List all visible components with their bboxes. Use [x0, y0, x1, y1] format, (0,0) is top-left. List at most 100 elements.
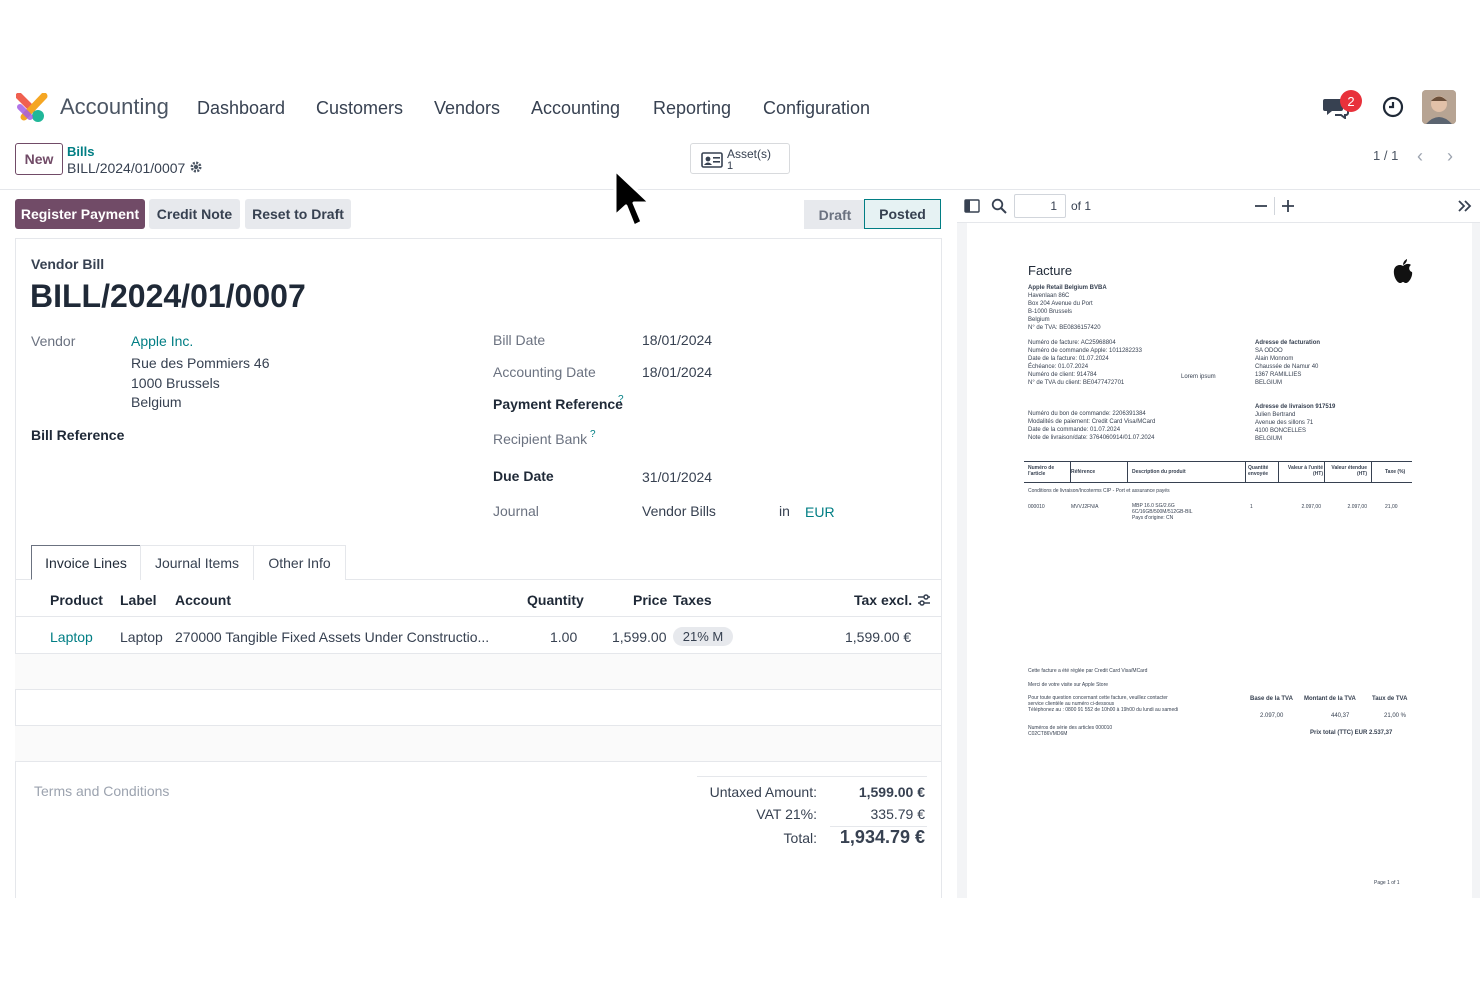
- billing-line: Alain Monnom: [1255, 356, 1294, 362]
- zoom-in-icon[interactable]: [1281, 199, 1295, 213]
- line-account[interactable]: 270000 Tangible Fixed Assets Under Const…: [175, 629, 489, 645]
- order-info-line: Modalités de paiement: Credit Card Visa/…: [1028, 419, 1156, 425]
- bill-date-value[interactable]: 18/01/2024: [642, 332, 712, 348]
- search-icon[interactable]: [991, 198, 1007, 214]
- breadcrumb-current: BILL/2024/01/0007: [67, 160, 186, 176]
- column-quantity[interactable]: Quantity: [527, 592, 584, 608]
- billing-line: SA ODOO: [1255, 348, 1283, 354]
- double-chevron-right-icon[interactable]: [1457, 199, 1473, 213]
- tab-journal-items[interactable]: Journal Items: [140, 545, 254, 580]
- payment-reference-label: Payment Reference: [493, 396, 623, 412]
- credit-note-button[interactable]: Credit Note: [149, 199, 240, 229]
- pdf-page-input[interactable]: 1: [1014, 194, 1066, 218]
- vendor-address-city: 1000 Brussels: [131, 375, 220, 391]
- currency-in-label: in: [779, 503, 790, 519]
- nav-accounting[interactable]: Accounting: [531, 98, 620, 119]
- nav-configuration[interactable]: Configuration: [763, 98, 870, 119]
- pager-value[interactable]: 1 / 1: [1373, 148, 1398, 163]
- tab-other-info[interactable]: Other Info: [253, 545, 346, 580]
- nav-vendors[interactable]: Vendors: [434, 98, 500, 119]
- vendor-link[interactable]: Apple Inc.: [131, 333, 193, 349]
- column-label[interactable]: Label: [120, 592, 157, 608]
- pdf-page-footer: Page 1 of 1: [1374, 880, 1400, 886]
- column-taxes[interactable]: Taxes: [673, 592, 712, 608]
- pager-next-icon[interactable]: ›: [1439, 145, 1461, 167]
- reset-to-draft-button[interactable]: Reset to Draft: [245, 199, 351, 229]
- pdf-page: Facture Apple Retail Belgium BVBA Havenl…: [967, 223, 1472, 898]
- header-divider: [15, 616, 941, 617]
- document-number: BILL/2024/01/0007: [30, 278, 306, 314]
- invoice-info-line: Numéro de client: 914784: [1028, 372, 1097, 378]
- pdf-note: Téléphonez au : 0800 91 552 de 10h00 à 1…: [1028, 707, 1179, 713]
- vat-base-value: 2.097,00: [1260, 713, 1284, 719]
- line-tax-tag[interactable]: 21% M: [673, 627, 733, 646]
- pdf-total-line: Prix total (TTC) EUR 2.537,37: [1310, 730, 1393, 736]
- pdf-col-extended: Valeur étendue (HT): [1331, 465, 1367, 477]
- vendor-label: Vendor: [31, 333, 76, 349]
- payment-reference-help-icon[interactable]: ?: [618, 394, 624, 405]
- zoom-out-icon[interactable]: [1254, 199, 1268, 213]
- pdf-item-desc: Pays d'origine: CN: [1132, 515, 1174, 521]
- pdf-note: Merci de votre visite sur Apple Store: [1028, 682, 1109, 688]
- journal-value[interactable]: Vendor Bills: [642, 503, 716, 519]
- sender-line: Belgium: [1028, 317, 1050, 323]
- pdf-conditions: Conditions de livraison/Incoterms CIP - …: [1028, 488, 1170, 494]
- total-value: 1,934.79 €: [839, 827, 925, 847]
- nav-customers[interactable]: Customers: [316, 98, 403, 119]
- order-info-line: Note de livraison/date: 3764060914/01.07…: [1028, 435, 1155, 441]
- accounting-date-label: Accounting Date: [493, 364, 596, 380]
- pdf-item-unit: 2.097,00: [1301, 504, 1321, 510]
- zoom-separator: [1274, 197, 1275, 215]
- terms-and-conditions-field[interactable]: Terms and Conditions: [34, 783, 169, 799]
- column-settings-icon[interactable]: [917, 593, 931, 607]
- register-payment-button[interactable]: Register Payment: [15, 199, 145, 229]
- line-product[interactable]: Laptop: [50, 629, 93, 645]
- mouse-cursor-icon: [613, 168, 652, 228]
- column-product[interactable]: Product: [50, 592, 103, 608]
- pdf-col-rule: [1371, 461, 1372, 483]
- vat-amount-value: 440,37: [1331, 713, 1350, 719]
- breadcrumb-bills[interactable]: Bills: [67, 144, 94, 159]
- order-info-line: Numéro du bon de commande: 2206391384: [1028, 411, 1146, 417]
- pdf-col-unit: Valeur à l'unité (HT): [1287, 465, 1323, 477]
- gear-icon[interactable]: [189, 160, 203, 174]
- pdf-item-qty: 1: [1250, 504, 1253, 510]
- vat-rate-value: 21,00 %: [1384, 713, 1407, 719]
- pdf-item-ref: MVVJ2FN/A: [1071, 504, 1099, 510]
- due-date-value[interactable]: 31/01/2024: [642, 469, 712, 485]
- line-label[interactable]: Laptop: [120, 629, 163, 645]
- totals-divider: [697, 776, 927, 777]
- user-avatar[interactable]: [1422, 90, 1456, 124]
- recipient-bank-help-icon[interactable]: ?: [590, 429, 596, 440]
- new-button[interactable]: New: [15, 143, 63, 175]
- clock-icon[interactable]: [1382, 96, 1404, 118]
- sender-line: Apple Retail Belgium BVBA: [1028, 285, 1107, 291]
- accounting-date-value[interactable]: 18/01/2024: [642, 364, 712, 380]
- column-account[interactable]: Account: [175, 592, 231, 608]
- tab-invoice-lines[interactable]: Invoice Lines: [31, 545, 141, 580]
- line-quantity[interactable]: 1.00: [550, 629, 577, 645]
- sender-line: Havenlaan 86C: [1028, 293, 1070, 299]
- accounting-app-logo[interactable]: [16, 93, 48, 123]
- status-draft[interactable]: Draft: [804, 200, 866, 229]
- pdf-col-reference: Référence: [1071, 469, 1096, 475]
- app-name[interactable]: Accounting: [60, 94, 169, 120]
- status-posted[interactable]: Posted: [864, 199, 941, 229]
- line-price[interactable]: 1,599.00: [612, 629, 667, 645]
- empty-row: [15, 726, 941, 761]
- assets-smart-button[interactable]: Asset(s) 1: [690, 143, 790, 174]
- sidebar-toggle-icon[interactable]: [964, 199, 980, 213]
- line-subtotal: 1,599.00 €: [845, 629, 912, 645]
- vendor-address-street: Rue des Pommiers 46: [131, 355, 270, 371]
- due-date-label: Due Date: [493, 468, 554, 484]
- pdf-item-ext: 2.097,00: [1347, 504, 1367, 510]
- column-price[interactable]: Price: [633, 592, 667, 608]
- delivery-line: BELGIUM: [1255, 436, 1283, 442]
- pdf-table-header-rule: [1024, 482, 1412, 483]
- currency-link[interactable]: EUR: [805, 504, 835, 520]
- nav-dashboard[interactable]: Dashboard: [197, 98, 285, 119]
- column-tax-excl[interactable]: Tax excl.: [854, 592, 912, 608]
- billing-line: BELGIUM: [1255, 380, 1283, 386]
- pager-previous-icon[interactable]: ‹: [1409, 145, 1431, 167]
- nav-reporting[interactable]: Reporting: [653, 98, 731, 119]
